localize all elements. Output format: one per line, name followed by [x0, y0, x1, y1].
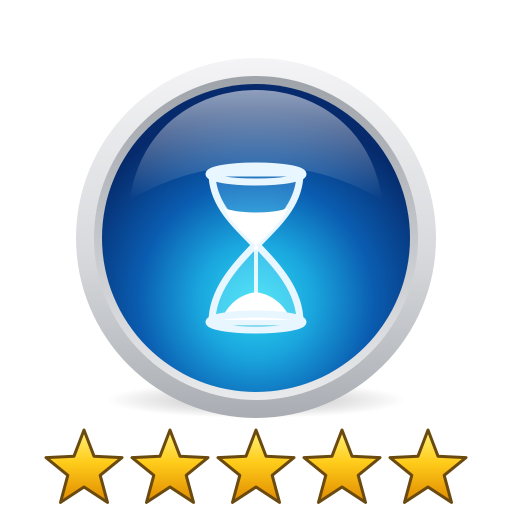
star-icon	[388, 428, 468, 504]
star-icon	[216, 428, 296, 504]
star-icon	[130, 428, 210, 504]
star-icon	[44, 428, 124, 504]
star-rating	[44, 428, 468, 504]
app-icon	[76, 58, 436, 418]
star-icon	[302, 428, 382, 504]
app-icon-with-rating	[0, 0, 512, 512]
stars	[44, 428, 468, 504]
